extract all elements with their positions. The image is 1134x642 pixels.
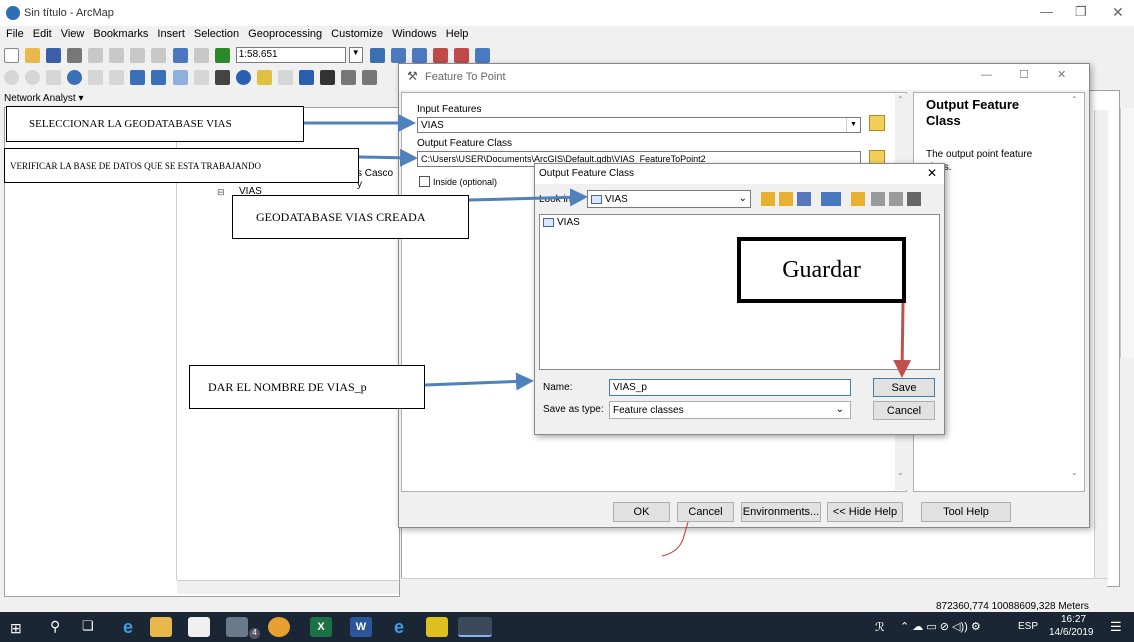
arcmap-taskbar-icon[interactable] xyxy=(458,617,492,637)
windows-start-icon[interactable]: ⊞ xyxy=(10,620,22,637)
arrow-2 xyxy=(358,148,418,167)
stray-mark xyxy=(661,521,689,557)
arrow-4 xyxy=(424,372,534,391)
people-icon[interactable]: ℛ xyxy=(875,620,885,634)
onedrive-icon[interactable] xyxy=(226,617,248,637)
sticky-icon[interactable] xyxy=(426,617,448,637)
chrome-icon[interactable] xyxy=(268,617,290,637)
clock-date[interactable]: 14/6/2019 xyxy=(1049,627,1094,638)
edge-icon[interactable]: e xyxy=(117,617,139,637)
clock-time[interactable]: 16:27 xyxy=(1061,614,1086,625)
tray-icons[interactable]: ⌃ ☁ ▭ ⊘ ◁)) ⚙ xyxy=(900,620,981,633)
ie-icon[interactable]: e xyxy=(388,617,410,637)
notification-icon[interactable]: ☰ xyxy=(1110,619,1122,635)
task-view-icon[interactable]: ❏ xyxy=(82,618,94,634)
store-icon[interactable] xyxy=(188,617,210,637)
badge-count: 4 xyxy=(249,628,260,639)
explorer-icon[interactable] xyxy=(150,617,172,637)
word-icon[interactable]: W xyxy=(350,617,372,637)
language-indicator[interactable]: ESP xyxy=(1018,621,1038,632)
search-icon[interactable]: ⚲ xyxy=(50,618,60,635)
arrow-guardar xyxy=(893,302,912,378)
arrow-3 xyxy=(468,188,588,207)
excel-icon[interactable]: X xyxy=(310,617,332,637)
annotation-arrows xyxy=(304,114,912,557)
